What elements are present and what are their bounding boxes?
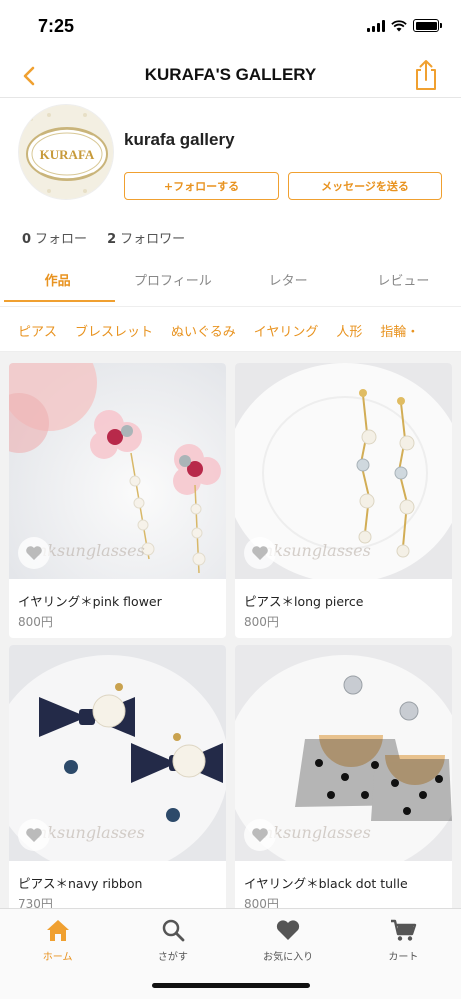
- category-bracelet[interactable]: ブレスレット: [75, 321, 153, 340]
- category-pierce[interactable]: ピアス: [18, 321, 57, 340]
- product-price: 800円: [244, 615, 279, 629]
- product-price: 800円: [244, 897, 279, 908]
- navigation-bar: KURAFA'S GALLERY: [0, 54, 461, 98]
- followers-count[interactable]: 2 フォロワー: [107, 228, 185, 247]
- favorite-button[interactable]: [18, 537, 50, 569]
- watermark-text: nksunglasses: [263, 823, 371, 842]
- tab-review[interactable]: レビュー: [346, 262, 461, 302]
- profile-name: kurafa gallery: [124, 130, 235, 149]
- svg-text:KURAFA: KURAFA: [40, 147, 95, 162]
- kurafa-logo: KURAFA: [19, 105, 113, 199]
- follow-counts: 0 フォロー 2 フォロワー: [22, 228, 185, 247]
- share-icon: [416, 60, 436, 90]
- favorite-button[interactable]: [244, 537, 276, 569]
- category-doll[interactable]: 人形: [336, 321, 362, 340]
- product-card[interactable]: nksunglasses イヤリング＊pink flower 800円: [9, 363, 226, 638]
- product-card[interactable]: nksunglasses ピアス＊long pierce 800円: [235, 363, 452, 638]
- signal-icon: [367, 19, 385, 32]
- message-button[interactable]: メッセージを送る: [288, 172, 442, 200]
- following-count[interactable]: 0 フォロー: [22, 228, 87, 247]
- favorite-button[interactable]: [244, 819, 276, 851]
- heart-icon: [26, 546, 42, 560]
- product-card[interactable]: nksunglasses イヤリング＊black dot tulle 800円: [235, 645, 452, 908]
- page-title: KURAFA'S GALLERY: [144, 65, 317, 84]
- favorite-button[interactable]: [18, 819, 50, 851]
- share-button[interactable]: [411, 58, 441, 92]
- product-title: イヤリング＊black dot tulle: [244, 876, 408, 891]
- search-icon: [162, 919, 185, 942]
- tab-letter[interactable]: レター: [231, 262, 346, 302]
- status-time: 7:25: [38, 16, 75, 36]
- category-plush[interactable]: ぬいぐるみ: [171, 321, 236, 340]
- battery-icon: [413, 19, 442, 32]
- category-ring[interactable]: 指輪・: [380, 321, 419, 340]
- product-title: ピアス＊navy ribbon: [18, 876, 143, 891]
- home-indicator[interactable]: [152, 983, 310, 988]
- category-earring[interactable]: イヤリング: [254, 321, 319, 340]
- product-image: nksunglasses: [9, 645, 226, 861]
- tab-home-label: ホーム: [42, 952, 73, 963]
- home-icon: [46, 920, 69, 941]
- cart-icon: [391, 919, 417, 941]
- wifi-icon: [391, 19, 407, 31]
- avatar[interactable]: KURAFA: [18, 104, 114, 200]
- status-icons: [367, 19, 442, 32]
- tab-works[interactable]: 作品: [0, 262, 116, 302]
- product-grid: nksunglasses イヤリング＊pink flower 800円 nksu…: [0, 352, 461, 908]
- follow-button[interactable]: +フォローする: [124, 172, 279, 200]
- tab-home[interactable]: ホーム: [0, 909, 115, 999]
- tab-cart-label: カート: [388, 952, 419, 963]
- product-title: イヤリング＊pink flower: [18, 594, 162, 609]
- tab-profile[interactable]: プロフィール: [115, 262, 230, 302]
- heart-icon: [26, 828, 42, 842]
- product-title: ピアス＊long pierce: [244, 594, 364, 609]
- status-bar: 7:25: [0, 0, 461, 54]
- product-image: nksunglasses: [235, 363, 452, 579]
- tab-favorites-label: お気に入り: [263, 952, 314, 963]
- category-filter-bar: ピアス ブレスレット ぬいぐるみ イヤリング 人形 指輪・: [0, 306, 461, 352]
- product-card[interactable]: nksunglasses ピアス＊navy ribbon 730円: [9, 645, 226, 908]
- watermark-text: nksunglasses: [263, 541, 371, 560]
- heart-icon: [252, 828, 268, 842]
- tab-search-label: さがす: [157, 952, 188, 963]
- product-image: nksunglasses: [9, 363, 226, 579]
- heart-icon: [252, 546, 268, 560]
- product-price: 800円: [18, 615, 53, 629]
- watermark-text: nksunglasses: [37, 823, 145, 842]
- watermark-text: nksunglasses: [37, 541, 145, 560]
- tab-cart[interactable]: カート: [346, 909, 461, 999]
- profile-tabs: 作品 プロフィール レター レビュー: [0, 262, 461, 302]
- product-image: nksunglasses: [235, 645, 452, 861]
- product-price: 730円: [18, 897, 53, 908]
- heart-icon: [277, 920, 300, 940]
